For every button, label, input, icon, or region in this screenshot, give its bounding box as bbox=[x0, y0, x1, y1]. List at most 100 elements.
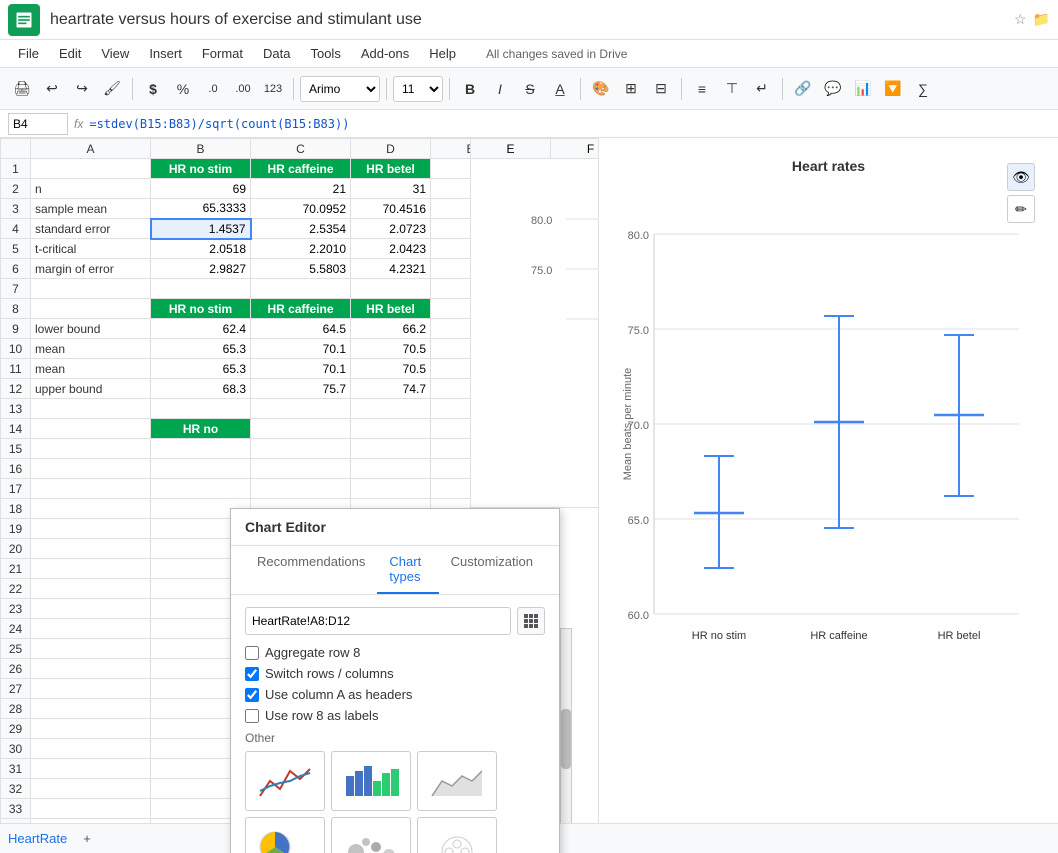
cell-B2[interactable]: 69 bbox=[151, 179, 251, 199]
cell-A9[interactable]: lower bound bbox=[31, 319, 151, 339]
cell-D10[interactable]: 70.5 bbox=[351, 339, 431, 359]
cell-D3[interactable]: 70.4516 bbox=[351, 199, 431, 219]
cell-D8[interactable]: HR betel bbox=[351, 299, 431, 319]
tab-recommendations[interactable]: Recommendations bbox=[245, 546, 377, 594]
cell-C13[interactable] bbox=[251, 399, 351, 419]
cell-A3[interactable]: sample mean bbox=[31, 199, 151, 219]
menu-help[interactable]: Help bbox=[419, 44, 466, 63]
cell-B1[interactable]: HR no stim bbox=[151, 159, 251, 179]
number-format[interactable]: 123 bbox=[259, 75, 287, 103]
menu-view[interactable]: View bbox=[91, 44, 139, 63]
borders-button[interactable]: ⊞ bbox=[617, 75, 645, 103]
cell-A13[interactable] bbox=[31, 399, 151, 419]
comment-button[interactable]: 💬 bbox=[819, 75, 847, 103]
strikethrough-button[interactable]: S bbox=[516, 75, 544, 103]
cell-C3[interactable]: 70.0952 bbox=[251, 199, 351, 219]
cell-C7[interactable] bbox=[251, 279, 351, 299]
chart-type-gauge[interactable] bbox=[417, 817, 497, 853]
cell-D5[interactable]: 2.0423 bbox=[351, 239, 431, 259]
cell-A8[interactable] bbox=[31, 299, 151, 319]
italic-button[interactable]: I bbox=[486, 75, 514, 103]
scrollbar-vertical[interactable] bbox=[560, 628, 572, 848]
cell-D2[interactable]: 31 bbox=[351, 179, 431, 199]
fill-color-button[interactable]: 🎨 bbox=[587, 75, 615, 103]
cell-C6[interactable]: 5.5803 bbox=[251, 259, 351, 279]
cell-D14[interactable] bbox=[351, 419, 431, 439]
cell-D1[interactable]: HR betel bbox=[351, 159, 431, 179]
menu-data[interactable]: Data bbox=[253, 44, 300, 63]
cell-C8[interactable]: HR caffeine bbox=[251, 299, 351, 319]
text-color-button[interactable]: A bbox=[546, 75, 574, 103]
menu-file[interactable]: File bbox=[8, 44, 49, 63]
menu-addons[interactable]: Add-ons bbox=[351, 44, 419, 63]
chart-button[interactable]: 📊 bbox=[849, 75, 877, 103]
cell-B9[interactable]: 62.4 bbox=[151, 319, 251, 339]
cell-reference-input[interactable] bbox=[8, 113, 68, 135]
cell-C14[interactable] bbox=[251, 419, 351, 439]
add-sheet-button[interactable]: + bbox=[83, 831, 91, 846]
cell-B12[interactable]: 68.3 bbox=[151, 379, 251, 399]
chart-edit-button[interactable]: ✏ bbox=[1007, 195, 1035, 223]
cell-D11[interactable]: 70.5 bbox=[351, 359, 431, 379]
cell-B6[interactable]: 2.9827 bbox=[151, 259, 251, 279]
percent-button[interactable]: % bbox=[169, 75, 197, 103]
link-button[interactable]: 🔗 bbox=[789, 75, 817, 103]
cell-B14[interactable]: HR no bbox=[151, 419, 251, 439]
chart-type-line[interactable] bbox=[245, 751, 325, 811]
cell-A11[interactable]: mean bbox=[31, 359, 151, 379]
cell-B8[interactable]: HR no stim bbox=[151, 299, 251, 319]
cell-A12[interactable]: upper bound bbox=[31, 379, 151, 399]
cell-A14[interactable] bbox=[31, 419, 151, 439]
redo-button[interactable]: ↪ bbox=[68, 75, 96, 103]
col-header-B[interactable]: B bbox=[151, 139, 251, 159]
cell-B7[interactable] bbox=[151, 279, 251, 299]
cell-C4[interactable]: 2.5354 bbox=[251, 219, 351, 239]
decimal-increase[interactable]: .00 bbox=[229, 75, 257, 103]
cell-B3[interactable]: 65.3333 bbox=[151, 199, 251, 219]
cell-C2[interactable]: 21 bbox=[251, 179, 351, 199]
col-header-C[interactable]: C bbox=[251, 139, 351, 159]
cell-B13[interactable] bbox=[151, 399, 251, 419]
menu-format[interactable]: Format bbox=[192, 44, 253, 63]
font-size-select[interactable]: 11 bbox=[393, 76, 443, 102]
cell-A10[interactable]: mean bbox=[31, 339, 151, 359]
currency-button[interactable]: $ bbox=[139, 75, 167, 103]
cell-D4[interactable]: 2.0723 bbox=[351, 219, 431, 239]
menu-insert[interactable]: Insert bbox=[139, 44, 192, 63]
cell-A7[interactable] bbox=[31, 279, 151, 299]
folder-icon[interactable]: 📁 bbox=[1033, 11, 1050, 28]
cell-C1[interactable]: HR caffeine bbox=[251, 159, 351, 179]
cell-C5[interactable]: 2.2010 bbox=[251, 239, 351, 259]
cell-A1[interactable] bbox=[31, 159, 151, 179]
grid-icon-button[interactable] bbox=[517, 607, 545, 635]
print-button[interactable]: 🖨 bbox=[8, 75, 36, 103]
cell-D6[interactable]: 4.2321 bbox=[351, 259, 431, 279]
paint-format-button[interactable]: 🖌 bbox=[98, 75, 126, 103]
checkbox-aggregate-input[interactable] bbox=[245, 646, 259, 660]
chart-type-bar[interactable] bbox=[331, 751, 411, 811]
data-range-input[interactable] bbox=[245, 607, 511, 635]
chart-type-area[interactable] bbox=[417, 751, 497, 811]
cell-B10[interactable]: 65.3 bbox=[151, 339, 251, 359]
decimal-decrease[interactable]: .0 bbox=[199, 75, 227, 103]
cell-D7[interactable] bbox=[351, 279, 431, 299]
font-family-select[interactable]: Arimo bbox=[300, 76, 380, 102]
scrollbar-thumb[interactable] bbox=[561, 709, 571, 769]
tab-chart-types[interactable]: Chart types bbox=[377, 546, 438, 594]
cell-A4[interactable]: standard error bbox=[31, 219, 151, 239]
star-icon[interactable]: ☆ bbox=[1014, 11, 1027, 28]
cell-B5[interactable]: 2.0518 bbox=[151, 239, 251, 259]
cell-B4[interactable]: 1.4537 bbox=[151, 219, 251, 239]
cell-B11[interactable]: 65.3 bbox=[151, 359, 251, 379]
align-button[interactable]: ≡ bbox=[688, 75, 716, 103]
chart-type-bubble[interactable] bbox=[331, 817, 411, 853]
bold-button[interactable]: B bbox=[456, 75, 484, 103]
checkbox-use-col-a-input[interactable] bbox=[245, 688, 259, 702]
col-header-D[interactable]: D bbox=[351, 139, 431, 159]
cell-A2[interactable]: n bbox=[31, 179, 151, 199]
cell-D9[interactable]: 66.2 bbox=[351, 319, 431, 339]
menu-tools[interactable]: Tools bbox=[300, 44, 350, 63]
menu-edit[interactable]: Edit bbox=[49, 44, 91, 63]
merge-cells-button[interactable]: ⊟ bbox=[647, 75, 675, 103]
checkbox-use-row-8-input[interactable] bbox=[245, 709, 259, 723]
